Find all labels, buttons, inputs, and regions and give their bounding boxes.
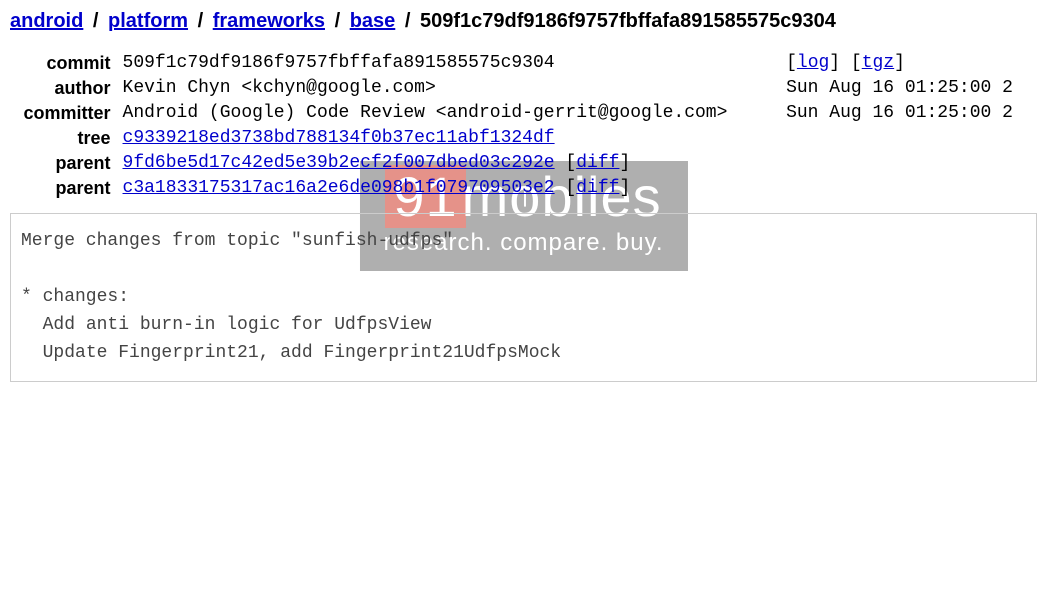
parent2-diff-link[interactable]: diff (576, 178, 619, 198)
commit-hash: 509f1c79df9186f9757fbffafa891585575c9304 (117, 51, 781, 76)
breadcrumb-sep: / (401, 10, 415, 32)
tree-label: tree (10, 126, 117, 151)
breadcrumb-platform[interactable]: platform (108, 10, 188, 32)
tgz-link[interactable]: tgz (862, 53, 894, 73)
parent1-hash-link[interactable]: 9fd6be5d17c42ed5e39b2ecf2f007dbed03c292e (123, 153, 555, 173)
table-row: parent c3a1833175317ac16a2e6de098b1f0797… (10, 176, 1037, 201)
table-row: commit 509f1c79df9186f9757fbffafa8915855… (10, 51, 1037, 76)
author-label: author (10, 76, 117, 101)
table-row: author Kevin Chyn <kchyn@google.com> Sun… (10, 76, 1037, 101)
breadcrumb-android[interactable]: android (10, 10, 83, 32)
commit-meta-table: commit 509f1c79df9186f9757fbffafa8915855… (10, 51, 1037, 201)
commit-message: Merge changes from topic "sunfish-udfps"… (10, 213, 1037, 382)
author-value: Kevin Chyn <kchyn@google.com> (117, 76, 781, 101)
breadcrumb-sep: / (331, 10, 345, 32)
author-date: Sun Aug 16 01:25:00 2 (780, 76, 1037, 101)
committer-date: Sun Aug 16 01:25:00 2 (780, 101, 1037, 126)
tree-hash-link[interactable]: c9339218ed3738bd788134f0b37ec11abf1324df (123, 128, 555, 148)
parent-label: parent (10, 176, 117, 201)
breadcrumb-hash: 509f1c79df9186f9757fbffafa891585575c9304 (420, 10, 836, 32)
committer-label: committer (10, 101, 117, 126)
breadcrumb-sep: / (194, 10, 208, 32)
commit-label: commit (10, 51, 117, 76)
committer-value: Android (Google) Code Review <android-ge… (117, 101, 781, 126)
table-row: parent 9fd6be5d17c42ed5e39b2ecf2f007dbed… (10, 151, 1037, 176)
breadcrumb-frameworks[interactable]: frameworks (213, 10, 325, 32)
parent-label: parent (10, 151, 117, 176)
parent2-hash-link[interactable]: c3a1833175317ac16a2e6de098b1f079709503e2 (123, 178, 555, 198)
table-row: committer Android (Google) Code Review <… (10, 101, 1037, 126)
breadcrumb-base[interactable]: base (350, 10, 396, 32)
log-link[interactable]: log (797, 53, 829, 73)
breadcrumb-sep: / (89, 10, 103, 32)
table-row: tree c9339218ed3738bd788134f0b37ec11abf1… (10, 126, 1037, 151)
breadcrumb: android / platform / frameworks / base /… (10, 10, 1037, 33)
parent1-diff-link[interactable]: diff (576, 153, 619, 173)
